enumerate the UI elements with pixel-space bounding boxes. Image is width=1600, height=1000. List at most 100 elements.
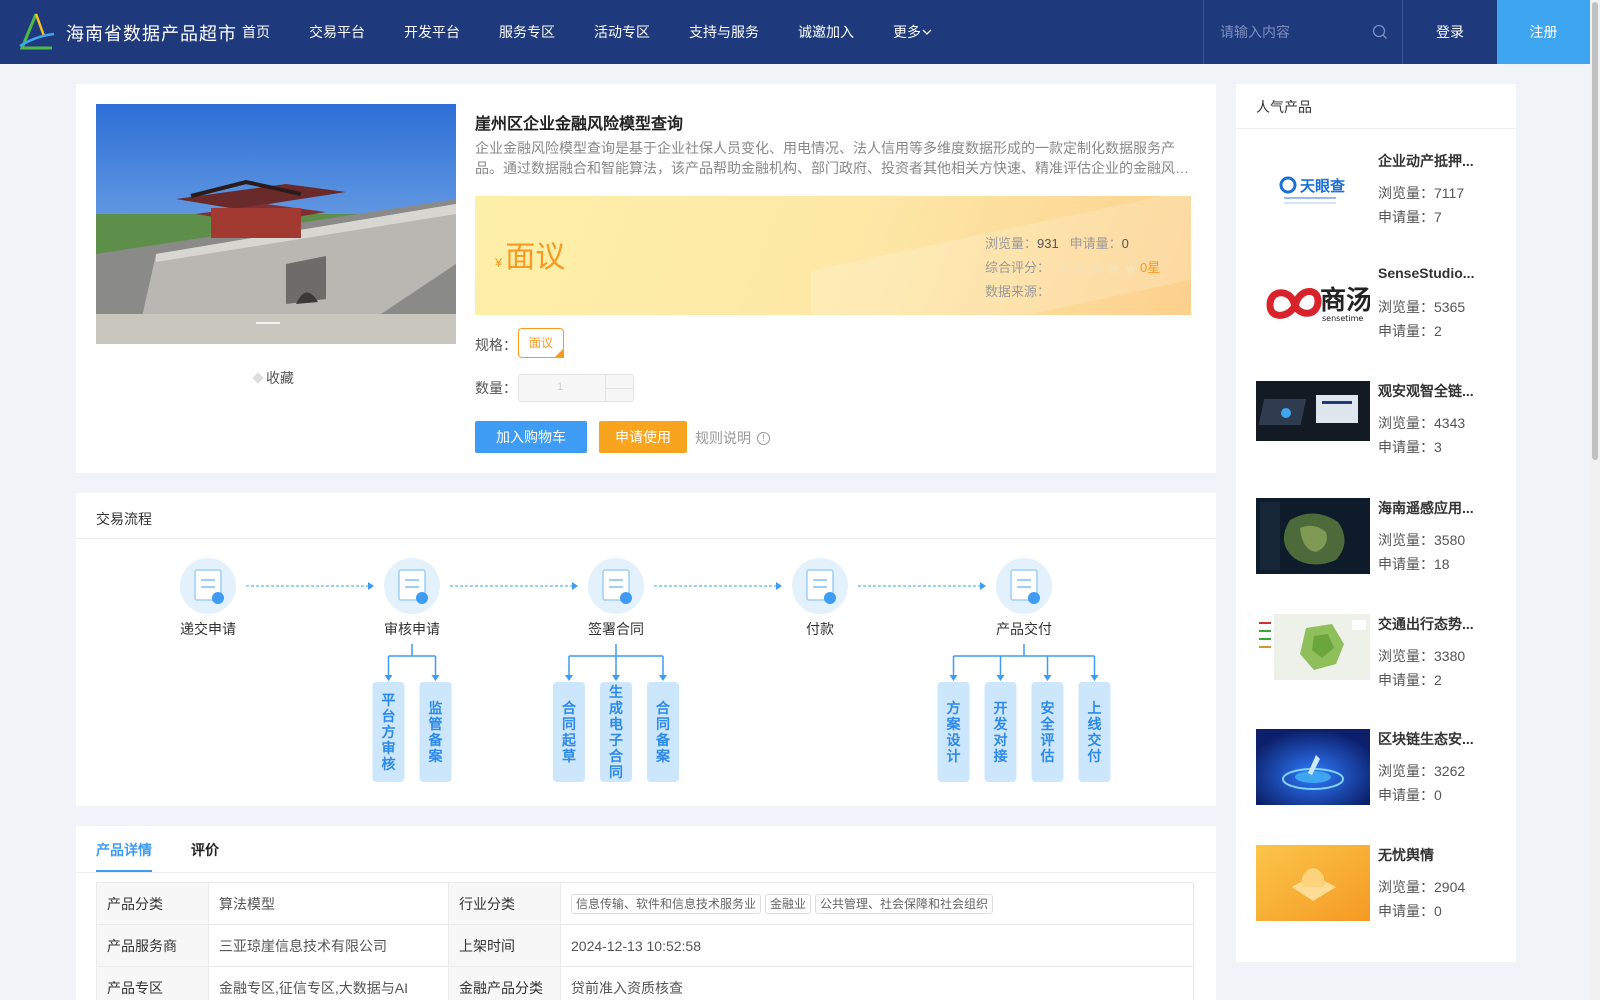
price-value: ¥ 面议 <box>495 232 565 276</box>
table-row: 产品分类 算法模型 行业分类 信息传输、软件和信息技术服务业 金融业 公共管理、社会… <box>96 882 1194 925</box>
arrow-head-icon <box>949 675 958 681</box>
stepper-buttons[interactable] <box>605 375 634 401</box>
search-icon[interactable] <box>1372 24 1388 40</box>
add-to-cart-button[interactable]: 加入购物车 <box>475 421 587 453</box>
popular-item[interactable]: 交通出行态势... 浏览量：3380 申请量：2 <box>1256 614 1506 694</box>
popular-products-panel: 人气产品 天眼查 企业动产抵押... 浏览量：7117 申请量：7 商汤 sen… <box>1236 84 1516 962</box>
flow-substep-label: 方案设计 <box>946 700 962 764</box>
product-title: 崖州区企业金融风险模型查询 <box>475 116 684 133</box>
favorite-label: 收藏 <box>266 370 294 386</box>
product-thumbnail[interactable] <box>1256 614 1370 690</box>
popular-item[interactable]: 天眼查 企业动产抵押... 浏览量：7117 申请量：7 <box>1256 151 1506 231</box>
nav-item-support[interactable]: 支持与服务 <box>689 0 759 64</box>
flow-step-label: 付款 <box>806 621 834 637</box>
quantity-value: 1 <box>557 381 564 393</box>
rating-stars <box>1056 261 1138 276</box>
step-badge-icon <box>824 592 836 604</box>
star-icon <box>1090 261 1104 275</box>
site-logo[interactable] <box>18 12 56 52</box>
nav-item-dev[interactable]: 开发平台 <box>404 0 460 64</box>
detail-key: 产品专区 <box>96 966 209 1000</box>
arrow-head-icon <box>368 582 374 590</box>
product-image[interactable] <box>96 104 456 344</box>
popular-item-name[interactable]: 区块链生态安... <box>1378 729 1488 749</box>
favorite-button[interactable]: 收藏 <box>252 368 294 388</box>
flow-substep-label: 平台方审核 <box>382 692 396 772</box>
arrow-head-icon <box>776 582 782 590</box>
page-scrollbar[interactable] <box>1590 0 1600 1000</box>
apply-use-button[interactable]: 申请使用 <box>599 421 687 453</box>
popular-item-name[interactable]: 观安观智全链... <box>1378 381 1488 401</box>
flow-substep-label: 生成电子合同 <box>609 684 624 780</box>
nav-item-service[interactable]: 服务专区 <box>499 0 555 64</box>
product-thumbnail[interactable]: 天眼查 <box>1256 151 1370 227</box>
nav-item-events[interactable]: 活动专区 <box>594 0 650 64</box>
product-thumbnail[interactable] <box>1256 498 1370 574</box>
product-card: 收藏 崖州区企业金融风险模型查询 企业金融风险模型查询是基于企业社保人员变化、用… <box>76 84 1216 473</box>
search-box <box>1203 0 1403 64</box>
search-input[interactable] <box>1220 22 1360 42</box>
nav-item-trading[interactable]: 交易平台 <box>309 0 365 64</box>
detail-value: 三亚琼崖信息技术有限公司 <box>208 924 449 967</box>
quantity-stepper[interactable]: 1 <box>518 374 634 402</box>
star-icon <box>1073 261 1087 275</box>
popular-item[interactable]: 海南遥感应用... 浏览量：3580 申请量：18 <box>1256 498 1506 578</box>
product-stats: 浏览量：931 申请量：0 综合评分： 0星 数据来源： <box>985 232 1160 304</box>
price-text: 面议 <box>505 241 566 274</box>
product-thumbnail[interactable] <box>1256 845 1370 921</box>
tab-reviews[interactable]: 评价 <box>191 840 219 860</box>
popular-item-name[interactable]: 交通出行态势... <box>1378 614 1488 634</box>
login-button[interactable]: 登录 <box>1404 0 1496 64</box>
nav-item-join[interactable]: 诚邀加入 <box>798 0 854 64</box>
step-badge-icon <box>1028 592 1040 604</box>
product-thumbnail[interactable] <box>1256 729 1370 805</box>
tab-product-details[interactable]: 产品详情 <box>96 840 152 860</box>
arrow-head-icon <box>980 582 986 590</box>
chevron-down-icon <box>922 29 932 35</box>
quantity-label: 数量： <box>475 380 517 396</box>
rating-text: 0星 <box>1140 260 1161 275</box>
popular-item[interactable]: 无忧舆情 浏览量：2904 申请量：0 <box>1256 845 1506 925</box>
rules-link[interactable]: 规则说明! <box>695 428 770 448</box>
flow-substep-label: 上线交付 <box>1088 700 1102 764</box>
popular-item-views: 浏览量：3580 <box>1378 532 1466 548</box>
product-thumbnail[interactable]: 商汤 sensetime <box>1256 265 1370 341</box>
nav-item-home[interactable]: 首页 <box>242 0 270 64</box>
detail-value: 贷前准入资质核查 <box>560 966 1194 1000</box>
popular-item-name[interactable]: 海南遥感应用... <box>1378 498 1488 518</box>
popular-item-applies: 申请量：2 <box>1378 672 1442 688</box>
views-count: 931 <box>1037 236 1059 251</box>
apply-count: 0 <box>1121 236 1129 251</box>
table-row: 产品服务商 三亚琼崖信息技术有限公司 上架时间 2024-12-13 10:52… <box>96 924 1194 967</box>
sensetime-logo-subtext: sensetime <box>1322 314 1363 323</box>
flow-substep-label: 监管备案 <box>428 700 444 764</box>
scrollbar-thumb[interactable] <box>1592 2 1598 460</box>
flow-step-label: 产品交付 <box>996 621 1052 637</box>
detail-key: 产品分类 <box>96 882 209 925</box>
popular-item[interactable]: 商汤 sensetime SenseStudio... 浏览量：5365 申请量… <box>1256 265 1506 345</box>
arrow-head-icon <box>572 582 578 590</box>
popular-item[interactable]: 观安观智全链... 浏览量：4343 申请量：3 <box>1256 381 1506 461</box>
rating-label: 综合评分： <box>985 260 1051 275</box>
popular-item-applies: 申请量：18 <box>1378 556 1450 572</box>
product-thumbnail[interactable] <box>1256 381 1370 457</box>
nav-item-more[interactable]: 更多 <box>893 0 933 64</box>
spec-label: 规格： <box>475 337 517 353</box>
industry-tag: 信息传输、软件和信息技术服务业 <box>571 893 762 914</box>
popular-item-name[interactable]: SenseStudio... <box>1378 265 1488 281</box>
active-tab-indicator <box>96 870 152 872</box>
popular-item-views: 浏览量：5365 <box>1378 299 1466 315</box>
popular-item[interactable]: 区块链生态安... 浏览量：3262 申请量：0 <box>1256 729 1506 809</box>
detail-key: 金融产品分类 <box>448 966 561 1000</box>
nav-more-label: 更多 <box>893 24 921 40</box>
popular-item-views: 浏览量：7117 <box>1378 185 1465 201</box>
popular-item-name[interactable]: 无忧舆情 <box>1378 845 1488 865</box>
spec-option[interactable]: 面议 <box>518 328 564 358</box>
top-navbar: 海南省数据产品超市 首页 交易平台 开发平台 服务专区 活动专区 支持与服务 诚… <box>0 0 1590 64</box>
industry-tag: 公共管理、社会保障和社会组织 <box>815 893 994 914</box>
popular-item-name[interactable]: 企业动产抵押... <box>1378 151 1488 171</box>
arrow-head-icon <box>431 675 440 681</box>
apply-label: 申请量： <box>1069 236 1122 251</box>
site-brand[interactable]: 海南省数据产品超市 <box>66 20 237 46</box>
register-button[interactable]: 注册 <box>1497 0 1590 64</box>
